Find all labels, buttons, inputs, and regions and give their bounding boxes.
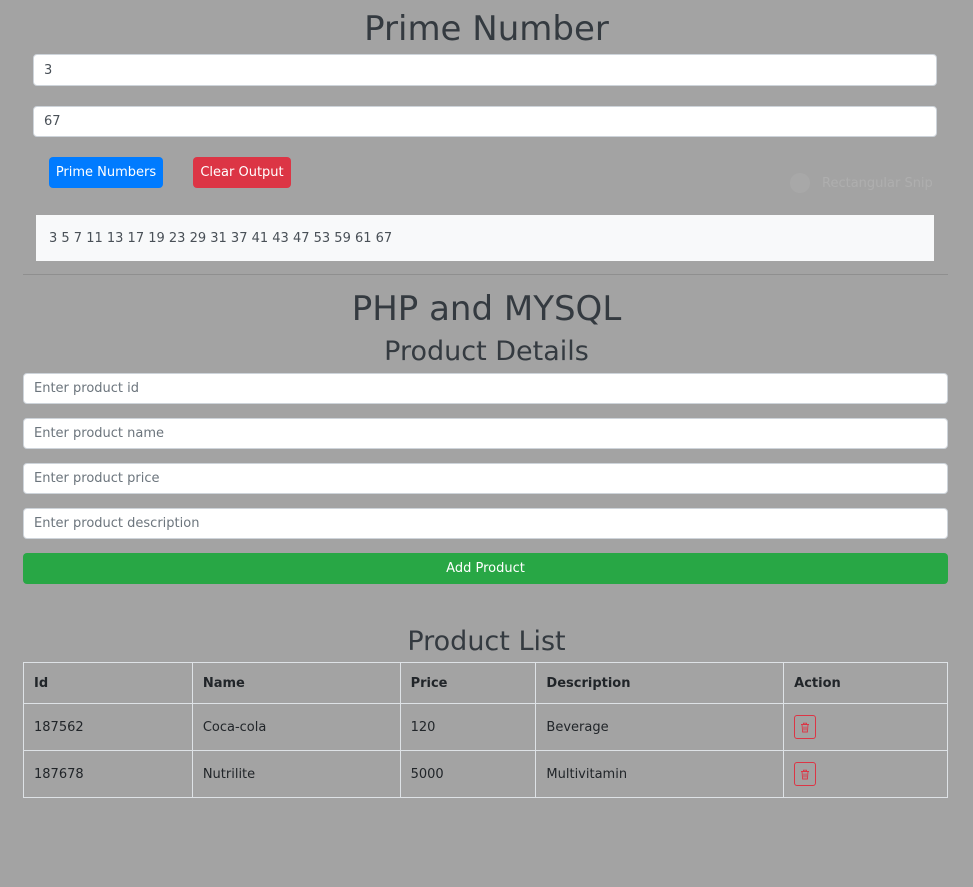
table-row: 187562 Coca-cola 120 Beverage xyxy=(23,703,948,751)
section-divider xyxy=(23,274,948,275)
cell-description: Beverage xyxy=(535,703,785,751)
product-id-input[interactable]: Enter product id xyxy=(23,373,948,404)
product-description-input[interactable]: Enter product description xyxy=(23,508,948,539)
cell-name: Coca-cola xyxy=(191,703,401,751)
prime-title: Prime Number xyxy=(364,9,609,49)
cell-action xyxy=(783,750,948,798)
product-list-title: Product List xyxy=(407,626,566,657)
clear-output-button[interactable]: Clear Output xyxy=(193,157,291,188)
table-row: 187678 Nutrilite 5000 Multivitamin xyxy=(23,750,948,798)
snip-overlay: Rectangular Snip xyxy=(790,172,965,194)
trash-icon xyxy=(801,769,810,779)
cell-id: 187562 xyxy=(23,703,193,751)
header-action: Action xyxy=(783,662,948,704)
table-header-row: Id Name Price Description Action xyxy=(23,662,948,704)
prime-output: 3 5 7 11 13 17 19 23 29 31 37 41 43 47 5… xyxy=(36,215,934,261)
trash-icon xyxy=(801,722,810,732)
header-id: Id xyxy=(23,662,193,704)
header-description: Description xyxy=(535,662,785,704)
product-table: Id Name Price Description Action 187562 … xyxy=(23,662,948,798)
product-price-input[interactable]: Enter product price xyxy=(23,463,948,494)
delete-button[interactable] xyxy=(794,715,817,739)
prime-numbers-button[interactable]: Prime Numbers xyxy=(49,157,163,188)
cell-action xyxy=(783,703,948,751)
cell-description: Multivitamin xyxy=(535,750,785,798)
add-product-button[interactable]: Add Product xyxy=(23,553,948,584)
cell-price: 5000 xyxy=(399,750,537,798)
header-name: Name xyxy=(191,662,401,704)
cell-price: 120 xyxy=(399,703,537,751)
product-name-input[interactable]: Enter product name xyxy=(23,418,948,449)
header-price: Price xyxy=(399,662,537,704)
cell-id: 187678 xyxy=(23,750,193,798)
delete-button[interactable] xyxy=(794,762,817,786)
php-title: PHP and MYSQL xyxy=(351,289,622,329)
start-number-input[interactable]: 3 xyxy=(33,54,937,86)
snip-label: Rectangular Snip xyxy=(822,175,933,191)
cell-name: Nutrilite xyxy=(191,750,401,798)
product-details-title: Product Details xyxy=(384,336,589,367)
end-number-input[interactable]: 67 xyxy=(33,106,937,137)
snip-icon xyxy=(790,173,810,193)
